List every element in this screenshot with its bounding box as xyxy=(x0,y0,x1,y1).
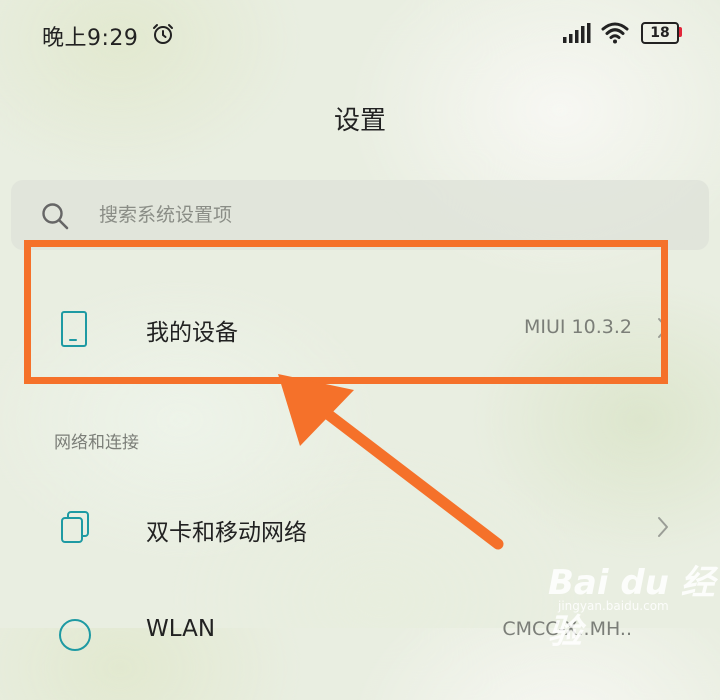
wlan-icon xyxy=(58,618,92,656)
battery-level: 18 xyxy=(650,25,670,41)
section-header-network: 网络和连接 xyxy=(54,433,139,453)
wifi-icon xyxy=(601,22,629,48)
my-device-value: MIUI 10.3.2 xyxy=(524,316,632,338)
battery-icon: 18 xyxy=(641,22,683,44)
chevron-right-icon xyxy=(656,515,670,543)
search-bar[interactable] xyxy=(11,180,709,250)
watermark-url: jingyan.baidu.com xyxy=(558,599,669,613)
signal-icon xyxy=(563,23,591,47)
baidu-jingyan-watermark: Bai du 经验 jingyan.baidu.com xyxy=(548,555,718,652)
wlan-label: WLAN xyxy=(146,616,216,642)
battery-tip xyxy=(679,27,682,37)
search-icon xyxy=(41,202,69,234)
chevron-right-icon xyxy=(656,316,670,344)
device-icon xyxy=(58,310,90,352)
status-time: 晚上9:29 xyxy=(42,26,139,51)
alarm-icon xyxy=(151,22,175,50)
search-input[interactable] xyxy=(99,198,659,232)
dual-sim-icon xyxy=(58,510,92,548)
my-device-row[interactable]: 我的设备 MIUI 10.3.2 xyxy=(0,278,720,378)
page-title: 设置 xyxy=(333,106,386,136)
status-bar: 晚上9:29 18 xyxy=(0,0,720,70)
my-device-label: 我的设备 xyxy=(146,320,238,346)
dual-sim-label: 双卡和移动网络 xyxy=(146,520,307,546)
